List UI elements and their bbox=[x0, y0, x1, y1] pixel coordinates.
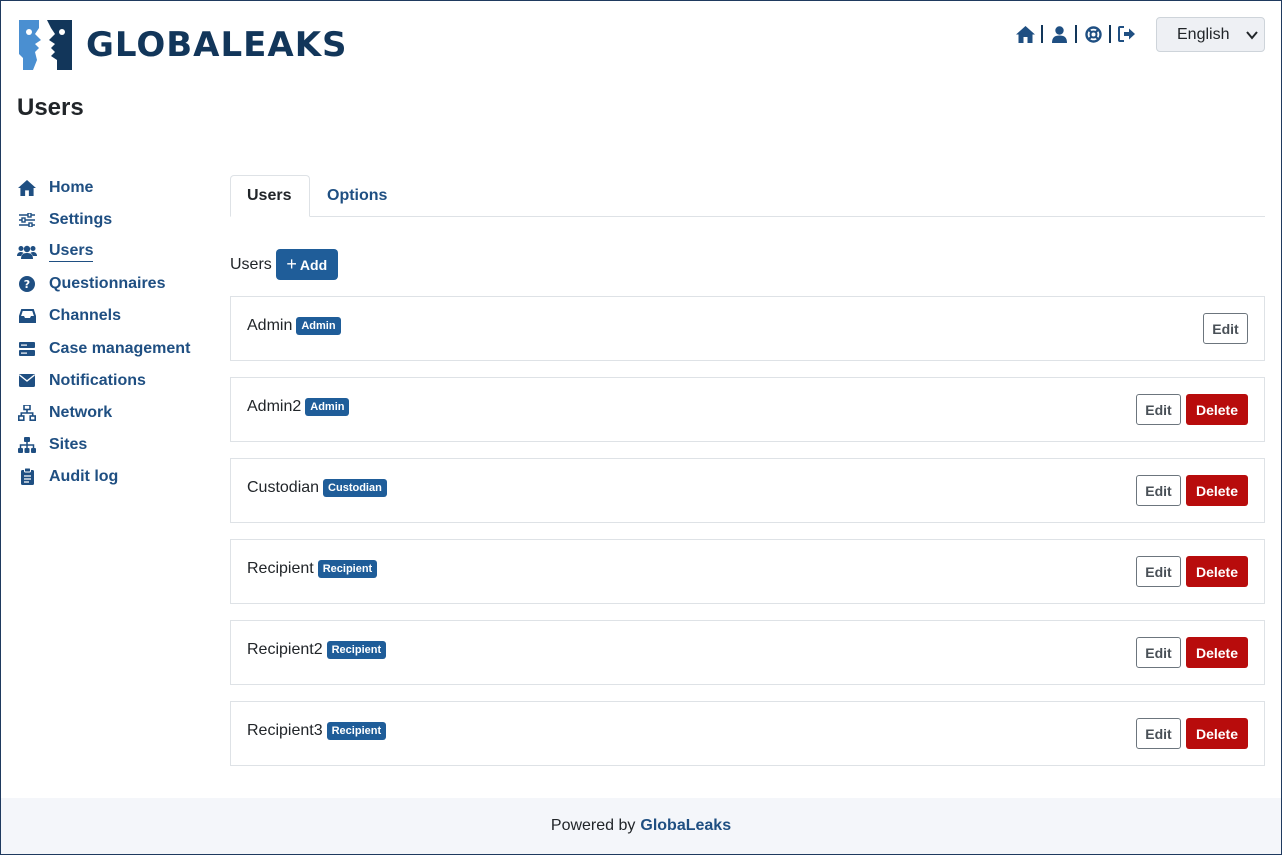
svg-text:?: ? bbox=[24, 278, 30, 291]
user-name-text: Admin bbox=[247, 317, 293, 334]
logo[interactable]: GLOBALEAKS bbox=[17, 16, 348, 73]
sidebar-item-label: Case management bbox=[49, 339, 191, 357]
edit-button[interactable]: Edit bbox=[1136, 637, 1181, 668]
sidebar-item-label: Audit log bbox=[49, 467, 119, 485]
envelope-icon bbox=[17, 371, 37, 391]
divider bbox=[1109, 25, 1111, 43]
logo-text: GLOBALEAKS bbox=[86, 24, 348, 65]
tab-options[interactable]: Options bbox=[311, 175, 403, 217]
user-name-text: Recipient2 bbox=[247, 641, 323, 658]
sidebar-item-network[interactable]: Network bbox=[17, 397, 207, 429]
divider bbox=[1075, 25, 1077, 43]
language-select[interactable]: English bbox=[1156, 17, 1265, 52]
user-name-text: Custodian bbox=[247, 479, 320, 496]
footer: Powered by GlobaLeaks bbox=[1, 798, 1281, 854]
user-row: Recipient3 Recipient Edit Delete bbox=[230, 701, 1265, 766]
add-button-label: Add bbox=[299, 256, 328, 273]
sidebar-item-home[interactable]: Home bbox=[17, 172, 207, 204]
user-name: Recipient3 Recipient bbox=[247, 722, 387, 740]
edit-button[interactable]: Edit bbox=[1136, 718, 1181, 749]
user-icon[interactable] bbox=[1049, 24, 1069, 44]
role-badge: Recipient bbox=[326, 641, 387, 659]
question-icon: ? bbox=[17, 274, 37, 294]
plus-icon: + bbox=[286, 254, 297, 274]
chevron-down-icon bbox=[1246, 31, 1258, 40]
sidebar-item-label: Settings bbox=[49, 211, 113, 229]
sidebar-item-label: Notifications bbox=[49, 371, 146, 389]
tab-users[interactable]: Users bbox=[230, 175, 310, 217]
server-icon bbox=[17, 339, 37, 359]
user-row: Admin Admin Edit bbox=[230, 296, 1265, 361]
network-icon bbox=[17, 403, 37, 423]
edit-button[interactable]: Edit bbox=[1203, 313, 1248, 344]
user-row: Recipient2 Recipient Edit Delete bbox=[230, 620, 1265, 685]
sidebar-item-label: Questionnaires bbox=[49, 275, 166, 293]
sidebar-item-label: Channels bbox=[49, 307, 122, 325]
role-badge: Custodian bbox=[323, 479, 387, 497]
user-name: Custodian Custodian bbox=[247, 479, 387, 497]
user-name: Admin Admin bbox=[247, 317, 341, 335]
support-icon[interactable] bbox=[1083, 24, 1103, 44]
user-name-text: Recipient bbox=[247, 560, 314, 577]
globaleaks-logo-icon bbox=[19, 20, 72, 70]
home-icon[interactable] bbox=[1015, 24, 1035, 44]
sidebar-item-label: Users bbox=[49, 242, 94, 263]
tab-bar: Users Options bbox=[230, 175, 1265, 217]
user-row: Custodian Custodian Edit Delete bbox=[230, 458, 1265, 523]
sliders-icon bbox=[17, 210, 37, 230]
user-name: Admin2 Admin bbox=[247, 398, 350, 416]
sidebar-item-label: Sites bbox=[49, 435, 88, 453]
sidebar-item-case-management[interactable]: Case management bbox=[17, 332, 207, 364]
sidebar-item-sites[interactable]: Sites bbox=[17, 429, 207, 461]
users-section-label: Users bbox=[230, 255, 272, 273]
role-badge: Recipient bbox=[326, 722, 387, 740]
logout-icon[interactable] bbox=[1117, 24, 1137, 44]
role-badge: Recipient bbox=[317, 560, 378, 578]
add-user-button[interactable]: + Add bbox=[275, 249, 338, 280]
users-header: Users + Add bbox=[230, 249, 338, 280]
inbox-icon bbox=[17, 306, 37, 326]
footer-prefix: Powered by bbox=[550, 817, 636, 834]
sidebar-item-notifications[interactable]: Notifications bbox=[17, 365, 207, 397]
sidebar-item-channels[interactable]: Channels bbox=[17, 300, 207, 332]
page-title: Users bbox=[17, 94, 84, 121]
top-nav-icons bbox=[1015, 24, 1137, 44]
delete-button[interactable]: Delete bbox=[1186, 394, 1248, 425]
edit-button[interactable]: Edit bbox=[1136, 394, 1181, 425]
sidebar-item-questionnaires[interactable]: ? Questionnaires bbox=[17, 268, 207, 300]
user-name-text: Recipient3 bbox=[247, 722, 323, 739]
sidebar-item-label: Home bbox=[49, 179, 94, 197]
sitemap-icon bbox=[17, 435, 37, 455]
delete-button[interactable]: Delete bbox=[1186, 718, 1248, 749]
sidebar-item-users[interactable]: Users bbox=[17, 236, 207, 268]
user-name-text: Admin2 bbox=[247, 398, 302, 415]
delete-button[interactable]: Delete bbox=[1186, 475, 1248, 506]
footer-brand-link[interactable]: GlobaLeaks bbox=[640, 817, 731, 835]
users-icon bbox=[17, 242, 37, 262]
edit-button[interactable]: Edit bbox=[1136, 556, 1181, 587]
home-icon bbox=[17, 178, 37, 198]
sidebar-item-label: Network bbox=[49, 403, 113, 421]
user-row: Admin2 Admin Edit Delete bbox=[230, 377, 1265, 442]
language-value: English bbox=[1177, 25, 1230, 43]
user-row: Recipient Recipient Edit Delete bbox=[230, 539, 1265, 604]
edit-button[interactable]: Edit bbox=[1136, 475, 1181, 506]
sidebar: Home Settings Users ? Questionnaires Cha… bbox=[17, 172, 207, 493]
role-badge: Admin bbox=[296, 317, 341, 335]
sidebar-item-audit-log[interactable]: Audit log bbox=[17, 461, 207, 493]
role-badge: Admin bbox=[305, 398, 350, 416]
sidebar-item-settings[interactable]: Settings bbox=[17, 204, 207, 236]
delete-button[interactable]: Delete bbox=[1186, 556, 1248, 587]
user-name: Recipient2 Recipient bbox=[247, 641, 387, 659]
delete-button[interactable]: Delete bbox=[1186, 637, 1248, 668]
clipboard-icon bbox=[17, 467, 37, 487]
divider bbox=[1041, 25, 1043, 43]
user-name: Recipient Recipient bbox=[247, 560, 378, 578]
